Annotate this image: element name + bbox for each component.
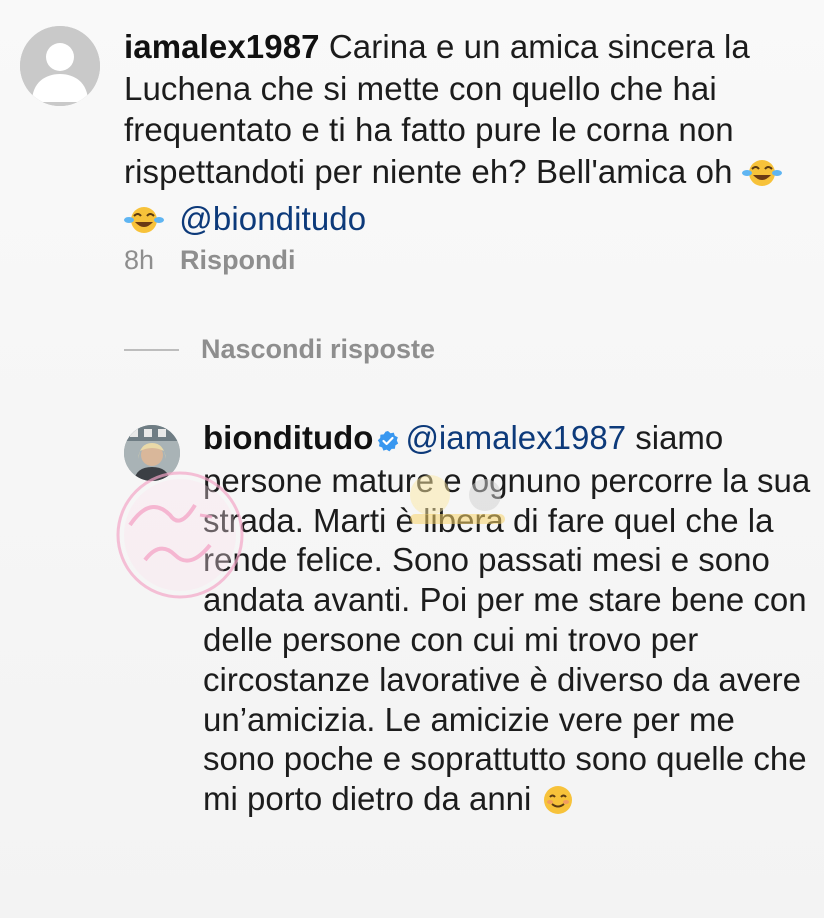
reply-button[interactable]: Rispondi — [180, 245, 296, 276]
reply-text: bionditudo @iamalex1987 siamo persone ma… — [203, 418, 815, 825]
reply-mention-link[interactable]: @iamalex1987 — [405, 419, 626, 456]
reply-username[interactable]: bionditudo — [203, 419, 373, 456]
hide-replies-button[interactable]: Nascondi risposte — [124, 334, 435, 365]
tears-of-joy-emoji-icon — [741, 157, 782, 199]
tears-of-joy-emoji-icon — [124, 204, 164, 246]
profile-photo-icon — [124, 425, 180, 481]
reply-message: siamo persone mature e ognuno percorre l… — [203, 419, 811, 818]
smiling-face-emoji-icon — [541, 784, 575, 825]
verified-badge-icon — [377, 421, 399, 461]
comment-mention-link[interactable]: @bionditudo — [179, 200, 366, 237]
comment-meta: 8h Rispondi — [124, 245, 296, 276]
comment-text: iamalex1987 Carina e un amica sincera la… — [124, 26, 814, 246]
thread-divider-line — [124, 348, 179, 351]
comment-username[interactable]: iamalex1987 — [124, 28, 320, 65]
reply-avatar[interactable] — [124, 425, 180, 481]
hide-replies-label: Nascondi risposte — [201, 334, 436, 364]
comment-timestamp: 8h — [124, 245, 155, 275]
default-avatar[interactable] — [20, 26, 100, 106]
user-silhouette-icon — [20, 26, 100, 106]
instagram-comment-screen: iamalex1987 Carina e un amica sincera la… — [0, 0, 824, 918]
